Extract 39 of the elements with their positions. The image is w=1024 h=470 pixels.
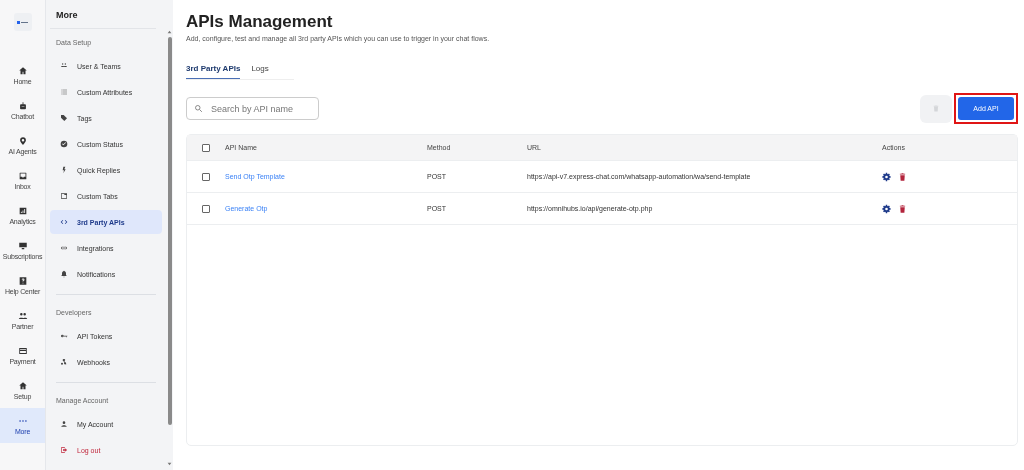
row-checkbox[interactable] [202,172,210,181]
app-logo[interactable] [13,13,32,31]
select-all-checkbox[interactable] [202,143,210,152]
nav-icon [17,101,28,111]
logout-icon [60,446,68,454]
nav-icon [17,241,28,251]
tab-window-icon [60,192,68,200]
webhook-icon [60,358,68,366]
trash-icon[interactable] [898,203,907,214]
code-icon [60,218,68,226]
person-icon [60,420,68,428]
nav-icon [17,171,28,181]
trash-icon[interactable] [898,171,907,182]
scroll-down-icon[interactable] [167,462,172,466]
search-field[interactable]: Search by API name [186,97,319,120]
sidebar-title: More [50,0,156,29]
tab[interactable]: Logs [251,60,269,79]
settings-icon[interactable] [882,171,891,182]
nav-icon [17,276,28,286]
nav-icon [17,381,28,391]
bolt-icon [60,166,68,174]
people-icon [60,62,68,70]
bell-icon [60,270,68,278]
nav-icon [17,206,28,216]
settings-icon[interactable] [882,203,891,214]
search-icon [194,104,203,113]
tab[interactable]: 3rd Party APIs [186,60,241,79]
link-icon [60,244,68,252]
scroll-up-icon[interactable] [167,30,172,34]
nav-icon [17,346,28,356]
trash-icon [932,104,940,113]
nav-icon [17,136,28,146]
scrollbar-thumb[interactable] [167,37,172,425]
tag-icon [60,114,68,122]
key-icon [60,332,68,340]
row-checkbox[interactable] [202,204,210,213]
nav-icon [17,311,28,321]
nav-icon [17,66,28,76]
page-title: APIs Management [186,12,334,32]
